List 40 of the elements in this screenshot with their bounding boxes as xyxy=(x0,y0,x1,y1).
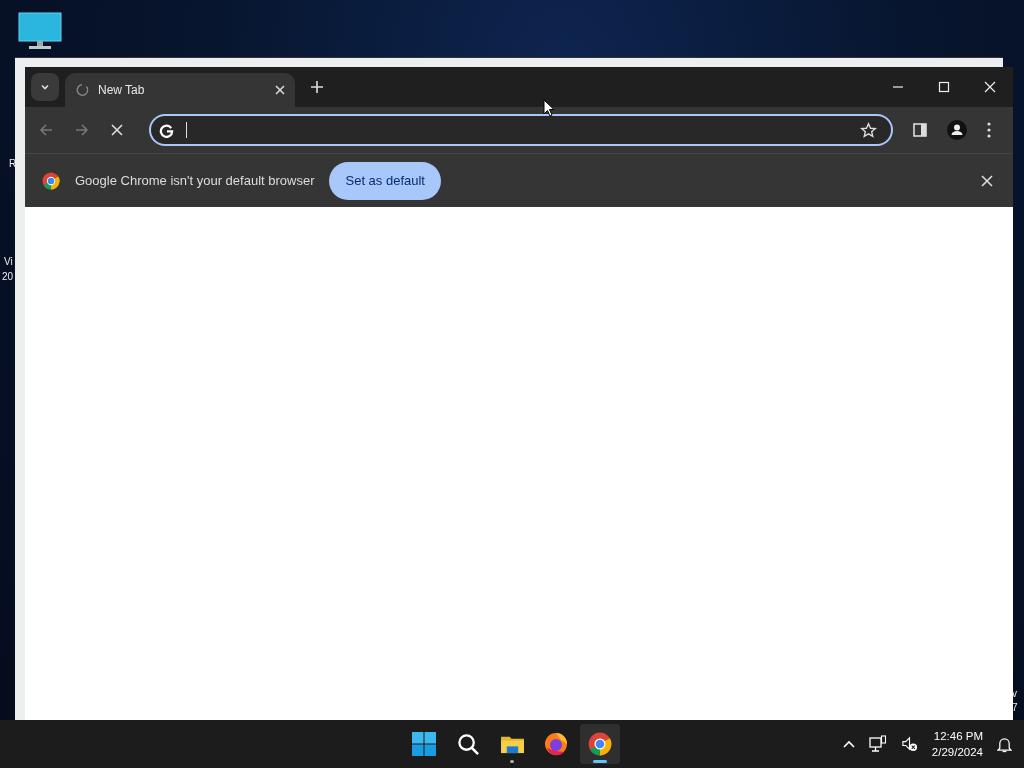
forward-arrow-icon[interactable] xyxy=(75,123,89,137)
desktop-label: 7 xyxy=(1012,701,1018,714)
chrome-logo-icon xyxy=(42,171,60,190)
network-icon[interactable] xyxy=(868,735,887,753)
mouse-pointer-icon xyxy=(543,99,555,117)
maximize-icon[interactable] xyxy=(938,81,950,93)
chrome-logo-icon xyxy=(588,732,612,756)
close-icon[interactable] xyxy=(981,174,993,187)
stop-icon[interactable] xyxy=(111,124,123,136)
google-g-icon xyxy=(159,122,174,138)
taskbar-app-button[interactable] xyxy=(580,724,620,764)
search-icon xyxy=(456,732,480,756)
computer-icon[interactable] xyxy=(18,12,62,52)
clock-time[interactable]: 12:46 PM xyxy=(933,728,983,744)
new-tab-icon[interactable] xyxy=(311,81,323,93)
chevron-down-icon xyxy=(40,82,50,92)
desktop-label: v xyxy=(1012,687,1017,700)
chevron-up-icon[interactable] xyxy=(842,740,855,748)
infobar-message: Google Chrome isn't your default browser xyxy=(75,173,315,188)
close-icon[interactable] xyxy=(984,81,996,93)
desktop-label: R xyxy=(9,157,17,170)
side-panel-icon[interactable] xyxy=(913,123,927,137)
desktop-label: Vi xyxy=(4,255,13,268)
muted-speaker-icon[interactable] xyxy=(900,735,918,753)
tab-search-button[interactable] xyxy=(31,73,59,101)
profile-icon[interactable] xyxy=(947,120,967,140)
address-bar[interactable] xyxy=(149,114,893,146)
star-icon[interactable] xyxy=(860,121,877,139)
clock-date[interactable]: 2/29/2024 xyxy=(931,744,983,760)
set-default-button[interactable]: Set as default xyxy=(329,161,441,200)
text-cursor xyxy=(186,122,187,138)
close-icon[interactable] xyxy=(275,85,285,95)
back-arrow-icon[interactable] xyxy=(39,123,53,137)
windows-logo-icon xyxy=(412,732,436,756)
menu-icon[interactable] xyxy=(987,122,991,138)
notification-bell-icon[interactable] xyxy=(997,735,1012,753)
browser-tab[interactable]: New Tab xyxy=(65,73,295,107)
tab-title: New Tab xyxy=(98,83,146,97)
firefox-icon xyxy=(544,732,568,756)
desktop-label: 20 xyxy=(2,270,14,283)
